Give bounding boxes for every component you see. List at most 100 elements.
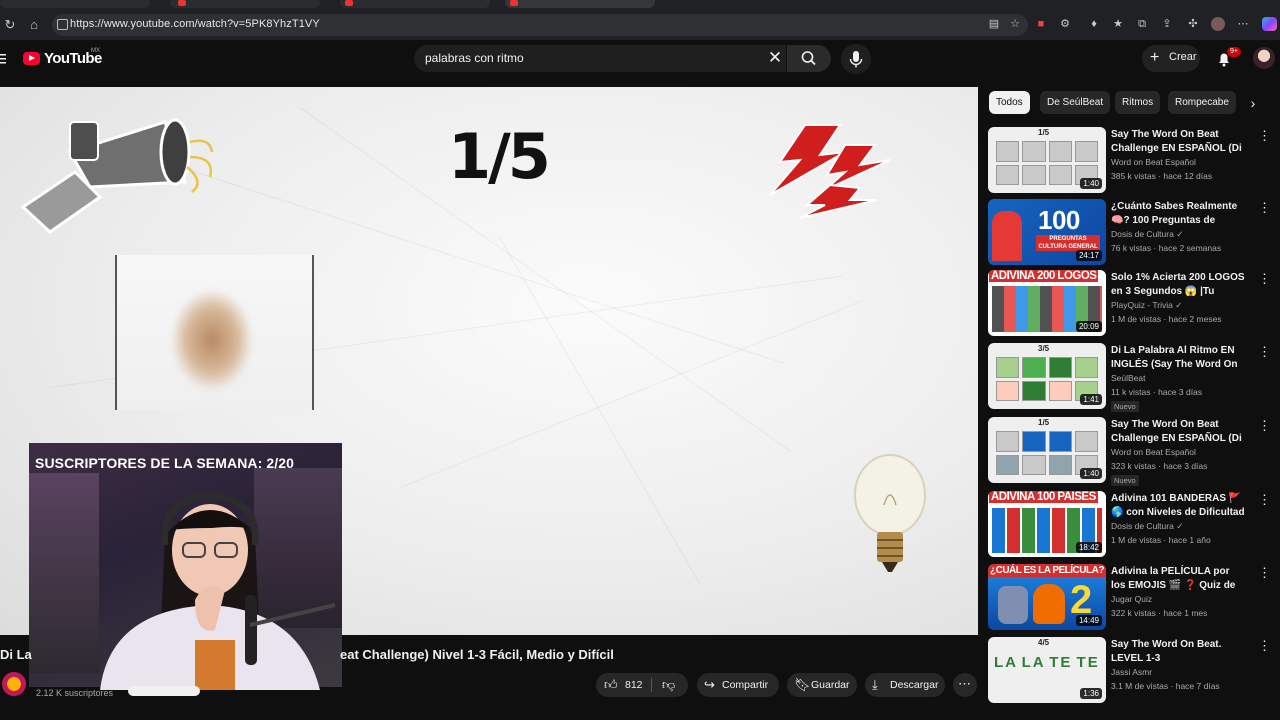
tab-groups-icon[interactable]: ⧉ [1135, 17, 1149, 31]
dislike-icon[interactable]: 👎︎ [662, 677, 675, 693]
browser-tab[interactable] [170, 0, 320, 8]
like-count[interactable]: 812 [625, 679, 643, 691]
share-icon[interactable]: ⇪ [1160, 17, 1174, 31]
browser-tab[interactable] [340, 0, 490, 8]
voice-search-button[interactable] [841, 44, 871, 74]
recommendation-item[interactable]: 3/5 1:41 Di La Palabra Al Ritmo EN INGLÉ… [988, 343, 1274, 412]
recommendation-meta: 3.1 M de vistas · hace 7 días [1111, 681, 1220, 691]
recommendation-meta: 1 M de vistas · hace 2 meses [1111, 314, 1222, 324]
recommendation-channel[interactable]: Dosis de Cultura ✓ [1111, 229, 1183, 240]
chip-todos[interactable]: Todos [989, 91, 1030, 114]
video-thumbnail[interactable]: 4/5 LA LA TE TE 1:36 [988, 637, 1106, 703]
video-thumbnail[interactable]: ADIVINA 100 PAÍSES 18:42 [988, 491, 1106, 557]
browser-tab-active[interactable] [505, 0, 655, 8]
streamer-person [100, 491, 336, 690]
save-button[interactable]: 🔖︎ Guardar [787, 673, 857, 697]
browser-tab[interactable] [0, 0, 150, 8]
tab-favicon [345, 0, 353, 6]
more-vertical-icon[interactable]: ⋮ [1258, 201, 1271, 215]
plus-icon: + [1150, 49, 1160, 66]
recommendation-item[interactable]: ¿CUÁL ES LA PELÍCULA? 2 14:49 Adivina la… [988, 564, 1274, 632]
recommendation-title[interactable]: Say The Word On Beat. LEVEL 1-3 [1111, 638, 1246, 666]
bookmark-star-icon[interactable]: ☆ [1008, 17, 1022, 31]
recommendation-title[interactable]: Di La Palabra Al Ritmo EN INGLÉS (Say Th… [1111, 344, 1246, 372]
subscriber-count: 2.12 K suscriptores [36, 688, 114, 698]
thumb-text: ¿CUÁL ES LA PELÍCULA? [988, 564, 1106, 577]
extensions-puzzle-icon[interactable]: ✣ [1186, 17, 1200, 31]
chip-rompecabezas[interactable]: Rompecabe [1168, 91, 1236, 114]
more-actions-button[interactable]: ⋯ [953, 673, 977, 697]
search-input[interactable]: palabras con ritmo [425, 51, 524, 65]
video-thumbnail[interactable]: ¿CUÁL ES LA PELÍCULA? 2 14:49 [988, 564, 1106, 630]
recommendation-item[interactable]: 4/5 LA LA TE TE 1:36 Say The Word On Bea… [988, 637, 1274, 705]
more-vertical-icon[interactable]: ⋮ [1258, 129, 1271, 143]
video-thumbnail[interactable]: 1/5 1:40 [988, 417, 1106, 483]
more-vertical-icon[interactable]: ⋮ [1258, 639, 1271, 653]
recommendation-title[interactable]: Adivina la PELÍCULA por los EMOJIS 🎬 ❓ Q… [1111, 565, 1246, 593]
recommendation-title[interactable]: ¿Cuánto Sabes Realmente 🧠? 100 Preguntas… [1111, 200, 1246, 228]
youtube-logo-icon[interactable] [23, 52, 40, 65]
chips-next-arrow-icon[interactable]: › [1245, 95, 1261, 111]
like-dislike-group: 👍︎ 812 👎︎ [596, 673, 688, 697]
video-thumbnail[interactable]: 3/5 1:41 [988, 343, 1106, 409]
extension-icon[interactable]: ■ [1034, 17, 1048, 31]
recommendation-title[interactable]: Solo 1% Acierta 200 LOGOS en 3 Segundos … [1111, 271, 1246, 299]
video-thumbnail[interactable]: 100 PREGUNTAS CULTURA GENERAL 24:17 [988, 199, 1106, 265]
share-button[interactable]: ↪ Compartir [697, 673, 779, 697]
subscribers-week-label: SUSCRIPTORES DE LA SEMANA: 2/20 [35, 455, 295, 471]
download-button[interactable]: ⤓ Descargar [865, 673, 945, 697]
recommendation-title[interactable]: Say The Word On Beat Challenge EN ESPAÑO… [1111, 128, 1246, 156]
chip-ritmos[interactable]: Ritmos [1115, 91, 1161, 114]
recommendation-channel[interactable]: Dosis de Cultura ✓ [1111, 521, 1183, 532]
more-vertical-icon[interactable]: ⋮ [1258, 419, 1271, 433]
clear-search-icon[interactable]: ✕ [766, 49, 784, 67]
recommendation-channel[interactable]: Jugar Quiz [1111, 594, 1152, 604]
recommendation-channel[interactable]: PlayQuiz - Trivia ✓ [1111, 300, 1182, 311]
more-vertical-icon[interactable]: ⋮ [1258, 566, 1271, 580]
recommendation-item[interactable]: ADIVINA 100 PAÍSES 18:42 Adivina 101 BAN… [988, 491, 1274, 559]
recommendation-item[interactable]: 1/5 1:40 Say The Word On Beat Challenge … [988, 417, 1274, 486]
duration-badge: 1:41 [1080, 394, 1102, 405]
extension-icon[interactable]: ♦ [1087, 17, 1101, 31]
video-title-start: Di La [0, 647, 32, 662]
like-icon[interactable]: 👍︎ [604, 677, 618, 693]
share-arrow-icon: ↪ [704, 677, 715, 692]
thumb-counter: 1/5 [1038, 418, 1050, 427]
reload-icon[interactable]: ↻ [2, 17, 18, 33]
tab-favicon [510, 0, 518, 6]
country-code: MX [91, 48, 100, 54]
account-avatar[interactable] [1253, 47, 1275, 69]
more-vertical-icon[interactable]: ⋮ [1258, 345, 1271, 359]
more-vertical-icon[interactable]: ⋮ [1258, 272, 1271, 286]
download-label: Descargar [890, 679, 939, 691]
lightning-bolts-icon [769, 124, 891, 219]
new-badge: Nuevo [1111, 401, 1139, 412]
video-thumbnail[interactable]: ADIVINA 200 LOGOS 20:09 [988, 270, 1106, 336]
chip-de-seulbeat[interactable]: De SeúlBeat [1040, 91, 1111, 114]
thumb-counter: 3/5 [1038, 344, 1050, 353]
recommendation-title[interactable]: Say The Word On Beat Challenge EN ESPAÑO… [1111, 418, 1246, 446]
more-menu-icon[interactable]: ⋯ [1236, 17, 1250, 31]
subscribe-button[interactable] [128, 686, 200, 696]
copilot-icon[interactable] [1262, 17, 1277, 31]
search-button[interactable] [787, 45, 831, 72]
url-text[interactable]: https://www.youtube.com/watch?v=5PK8YhzT… [70, 18, 320, 30]
recommendation-channel[interactable]: Word on Beat Español [1111, 157, 1196, 167]
more-vertical-icon[interactable]: ⋮ [1258, 493, 1271, 507]
recommendation-item[interactable]: 1/5 1:40 Say The Word On Beat Challenge … [988, 127, 1274, 195]
site-info-icon[interactable] [57, 19, 68, 30]
reader-mode-icon[interactable]: ▤ [987, 17, 1001, 31]
recommendation-title[interactable]: Adivina 101 BANDERAS 🚩🌎 con Niveles de D… [1111, 492, 1246, 520]
recommendation-channel[interactable]: SeúlBeat [1111, 373, 1146, 383]
channel-avatar[interactable] [2, 672, 26, 696]
home-icon[interactable]: ⌂ [26, 17, 42, 33]
profile-avatar-icon[interactable] [1211, 17, 1225, 31]
favorites-icon[interactable]: ★ [1111, 17, 1125, 31]
recommendation-channel[interactable]: Word on Beat Español [1111, 447, 1196, 457]
video-thumbnail[interactable]: 1/5 1:40 [988, 127, 1106, 193]
recommendation-item[interactable]: ADIVINA 200 LOGOS 20:09 Solo 1% Acierta … [988, 270, 1274, 338]
recommendation-item[interactable]: 100 PREGUNTAS CULTURA GENERAL 24:17 ¿Cuá… [988, 199, 1274, 267]
recommendation-channel[interactable]: Jassi Asmr [1111, 667, 1152, 677]
extension-icon[interactable]: ⚙ [1058, 17, 1072, 31]
hamburger-menu-icon[interactable] [0, 52, 6, 64]
